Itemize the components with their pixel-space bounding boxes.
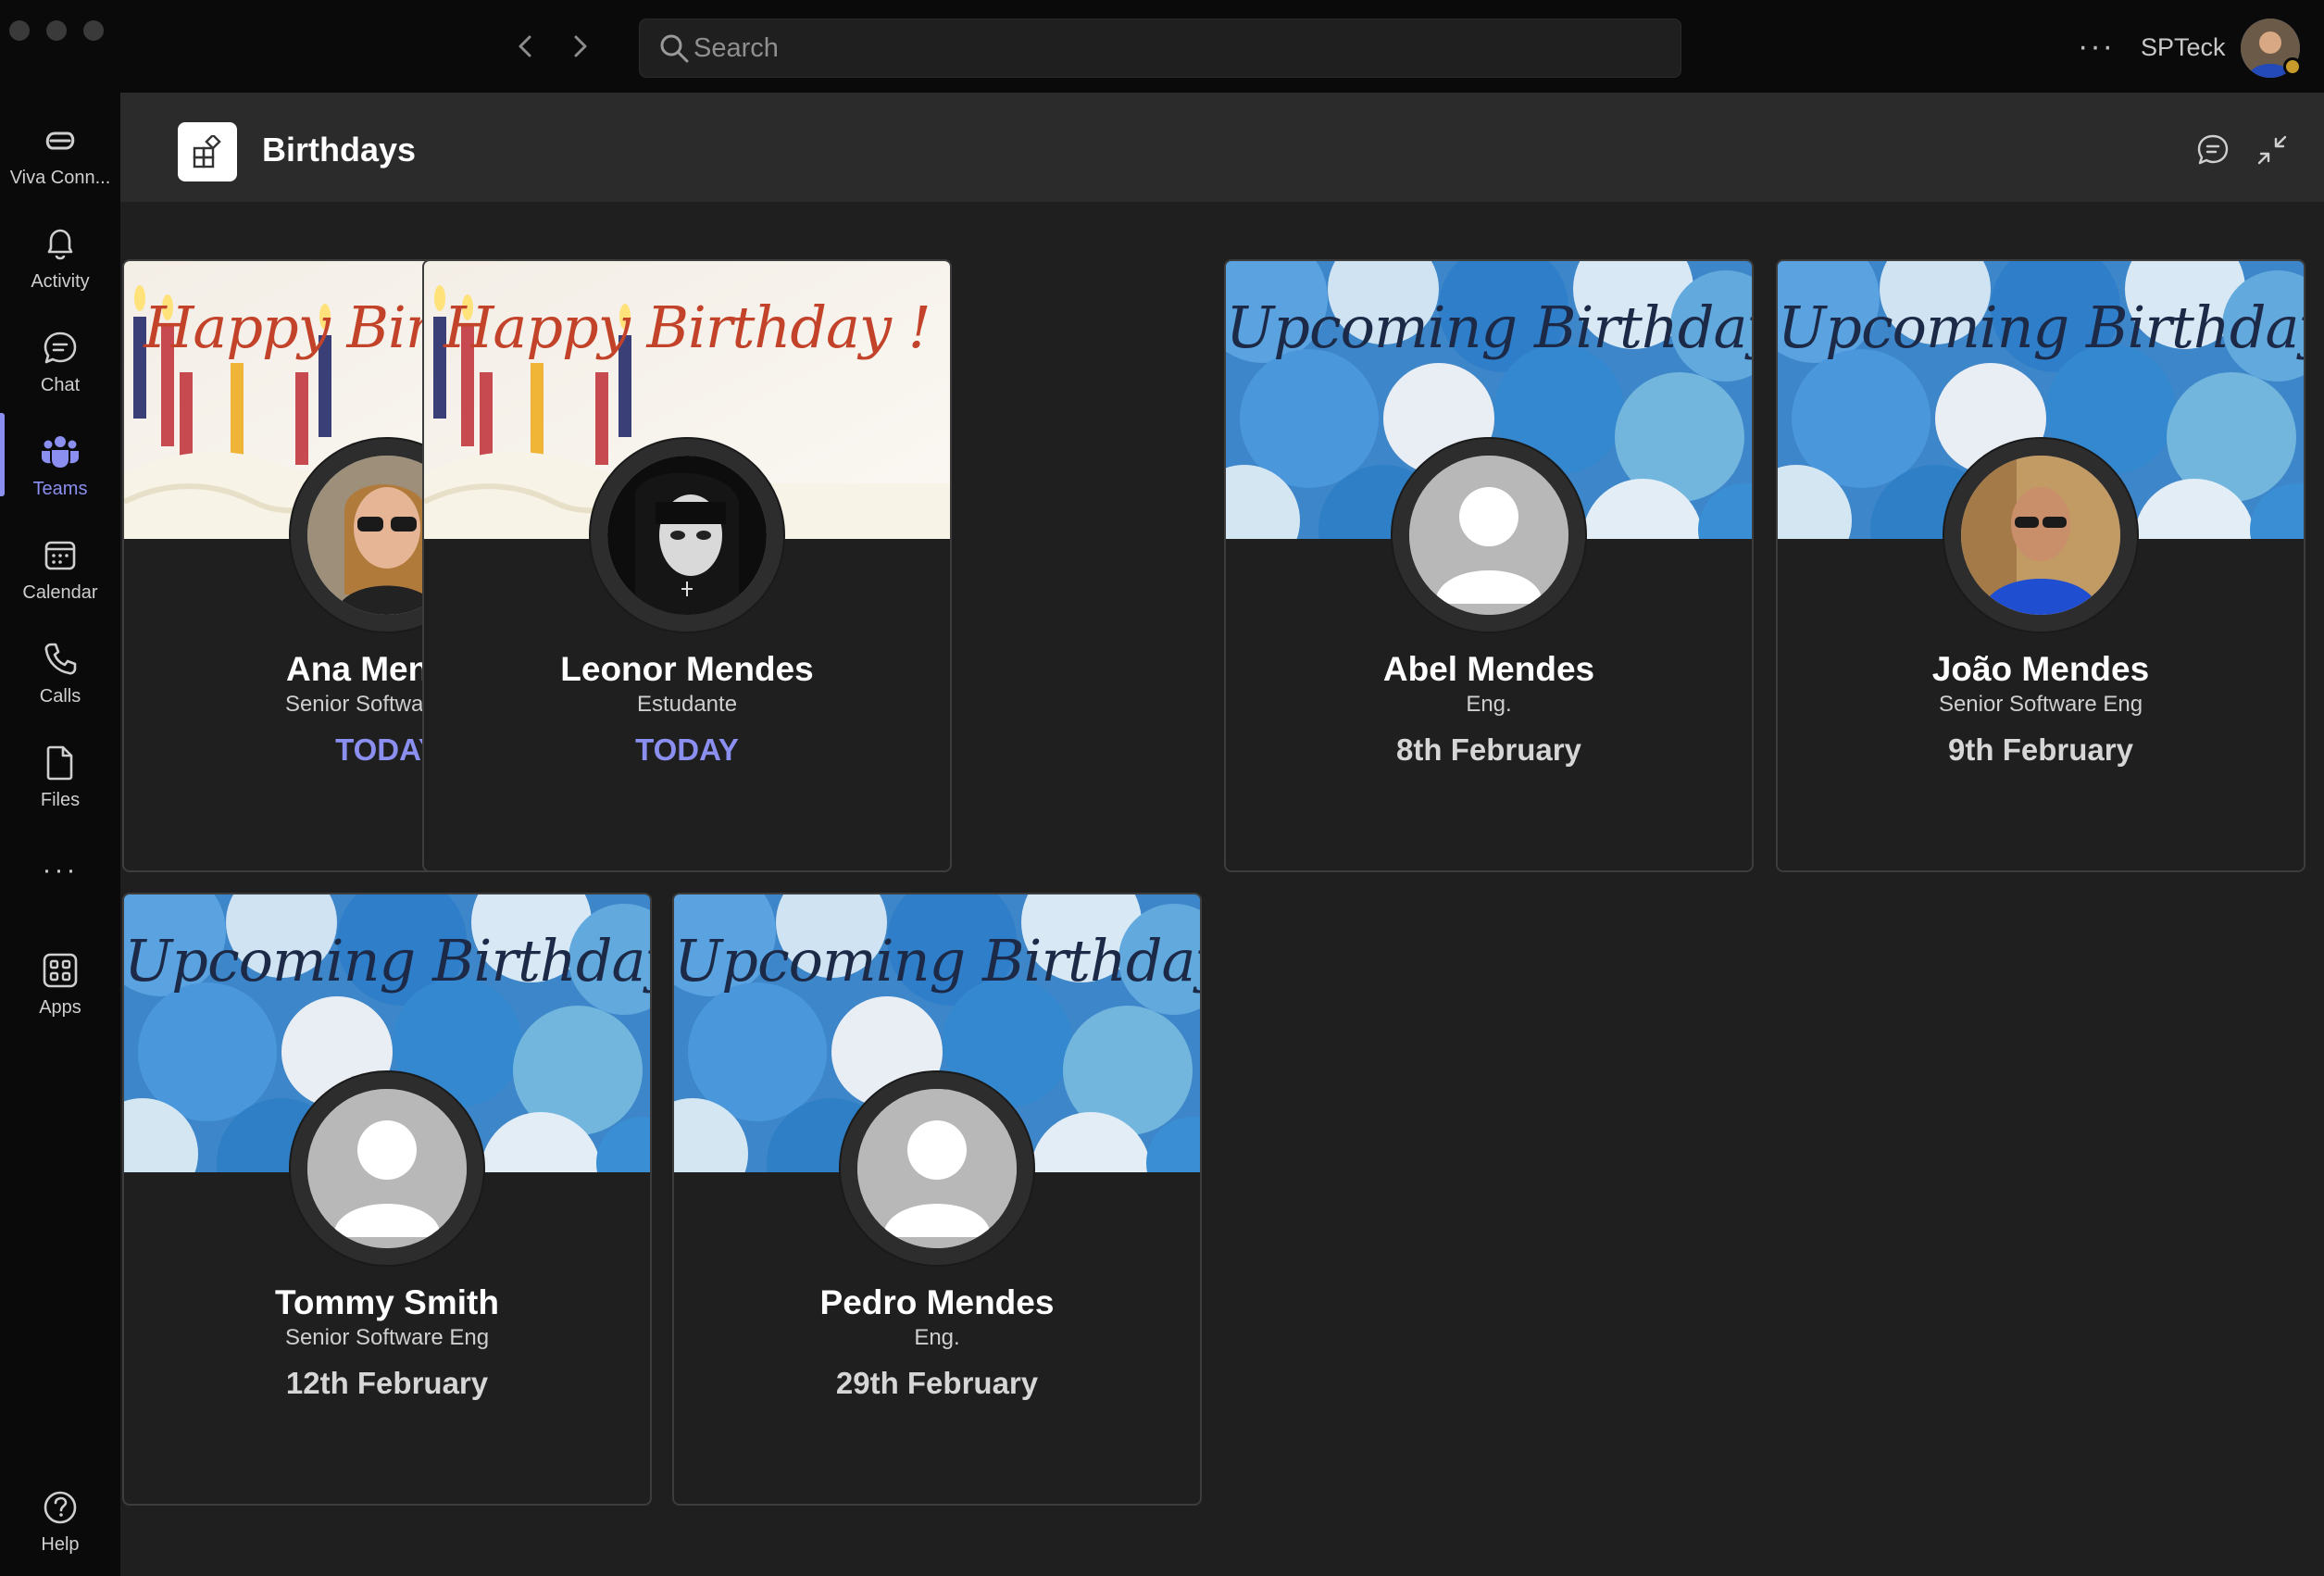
avatar-ring (289, 1070, 485, 1267)
rail-item-help[interactable]: Help (0, 1472, 120, 1572)
chat-with-app-button[interactable] (2194, 131, 2231, 169)
search-icon (660, 34, 689, 63)
rail-item-calendar[interactable]: Calendar (0, 520, 120, 620)
more-options-button[interactable]: ··· (2078, 28, 2115, 65)
help-icon (44, 1491, 77, 1524)
banner-heading: Happy Birthday ! (444, 294, 931, 361)
rail-item-chat[interactable]: Chat (0, 313, 120, 413)
search-input[interactable] (693, 19, 1656, 77)
birthday-card[interactable]: Upcoming Birthdays Tommy Smith Senior So… (122, 893, 652, 1506)
avatar-ring (589, 437, 785, 633)
birthdays-app-icon (193, 135, 221, 169)
app-header: Birthdays (120, 93, 2324, 206)
person-job-title: Senior Software Eng (284, 1325, 490, 1350)
banner-heading: Upcoming Birthdays (674, 927, 1200, 994)
teams-window: ··· SPTeck Viva Conn... (0, 0, 2324, 1576)
zoom-window-button[interactable] (83, 20, 104, 41)
banner-heading: Upcoming Birthdays (1778, 294, 2304, 361)
rail-label-chat: Chat (40, 375, 81, 395)
viva-connections-icon (45, 131, 75, 150)
person-name: Pedro Mendes (819, 1283, 1055, 1321)
forward-button[interactable] (561, 28, 598, 65)
default-person-icon (307, 1089, 467, 1248)
person-photo-icon (1961, 456, 2120, 615)
teams-icon (42, 436, 79, 468)
person-name: Leonor Mendes (560, 650, 814, 688)
birthday-card[interactable]: Upcoming Birthdays Pedro Mendes Eng. 29t… (672, 893, 1202, 1506)
bell-icon (47, 229, 73, 260)
phone-icon (44, 643, 77, 675)
banner-heading: Upcoming Birthdays (124, 927, 650, 994)
avatar (1961, 456, 2120, 615)
tenant-name[interactable]: SPTeck (2141, 30, 2226, 65)
rail-label-viva-connections: Viva Conn... (9, 168, 111, 188)
rail-item-activity[interactable]: Activity (0, 209, 120, 309)
rail-item-files[interactable]: Files (0, 728, 120, 828)
avatar (1409, 456, 1568, 615)
search-bar[interactable] (639, 19, 1681, 78)
apps-icon (43, 953, 78, 988)
back-button[interactable] (507, 28, 544, 65)
person-job-title: Senior Software Eng (1938, 692, 2143, 717)
more-apps-button[interactable]: ··· (0, 852, 120, 889)
default-person-icon (1409, 456, 1568, 615)
birthday-card[interactable]: Upcoming Birthdays João Mendes Senior So… (1776, 259, 2305, 872)
calendar-icon (44, 541, 76, 570)
rail-label-calls: Calls (39, 686, 81, 707)
birthday-date: 9th February (1948, 732, 2133, 767)
default-person-icon (857, 1089, 1017, 1248)
presence-away-icon (2283, 57, 2302, 76)
app-logo (178, 122, 237, 181)
title-bar: ··· SPTeck (0, 0, 2324, 93)
minimize-window-button[interactable] (46, 20, 67, 41)
rail-label-help: Help (41, 1534, 80, 1555)
birthday-date: TODAY (635, 732, 739, 767)
birthday-date: 29th February (835, 1366, 1039, 1400)
person-photo-icon (607, 456, 767, 615)
birthday-card[interactable]: Upcoming Birthdays Abel Mendes Eng. 8th … (1224, 259, 1754, 872)
birthday-card[interactable]: Happy Birthday ! Leonor Mendes Estudante… (422, 259, 952, 872)
person-job-title: Estudante (636, 692, 738, 717)
birthday-cards-grid: Happy Birthday ! Ana Mendes Senior Softw… (120, 202, 2324, 1576)
chat-icon (44, 331, 77, 364)
rail-label-files: Files (40, 790, 81, 810)
chat-bubble-icon (2197, 134, 2229, 165)
file-icon (46, 745, 73, 781)
chevron-left-icon (519, 35, 531, 57)
banner-heading: Upcoming Birthdays (1226, 294, 1752, 361)
avatar (307, 1089, 467, 1248)
birthday-date: 12th February (285, 1366, 489, 1400)
app-rail: Viva Conn... Activity Chat Teams Calenda… (0, 93, 120, 1576)
rail-label-teams: Teams (32, 479, 88, 499)
rail-item-viva-connections[interactable]: Viva Conn... (0, 106, 120, 206)
person-name: Tommy Smith (275, 1283, 499, 1321)
avatar (857, 1089, 1017, 1248)
rail-item-apps[interactable]: Apps (0, 935, 120, 1035)
rail-label-calendar: Calendar (22, 582, 98, 603)
avatar (607, 456, 767, 615)
rail-label-apps: Apps (39, 997, 81, 1018)
birthday-date: 8th February (1396, 732, 1581, 767)
collapse-button[interactable] (2254, 131, 2291, 169)
person-job-title: Eng. (1466, 692, 1512, 717)
rail-label-activity: Activity (31, 271, 90, 292)
avatar-ring (1943, 437, 2139, 633)
chevron-right-icon (574, 35, 587, 57)
page-title: Birthdays (262, 131, 417, 169)
minimize-arrows-icon (2257, 135, 2287, 165)
avatar-ring (839, 1070, 1035, 1267)
rail-item-calls[interactable]: Calls (0, 624, 120, 724)
person-name: Abel Mendes (1382, 650, 1595, 688)
person-job-title: Eng. (914, 1325, 960, 1350)
rail-item-teams[interactable]: Teams (0, 417, 120, 517)
person-name: João Mendes (1931, 650, 2150, 688)
close-window-button[interactable] (9, 20, 30, 41)
avatar-ring (1391, 437, 1587, 633)
